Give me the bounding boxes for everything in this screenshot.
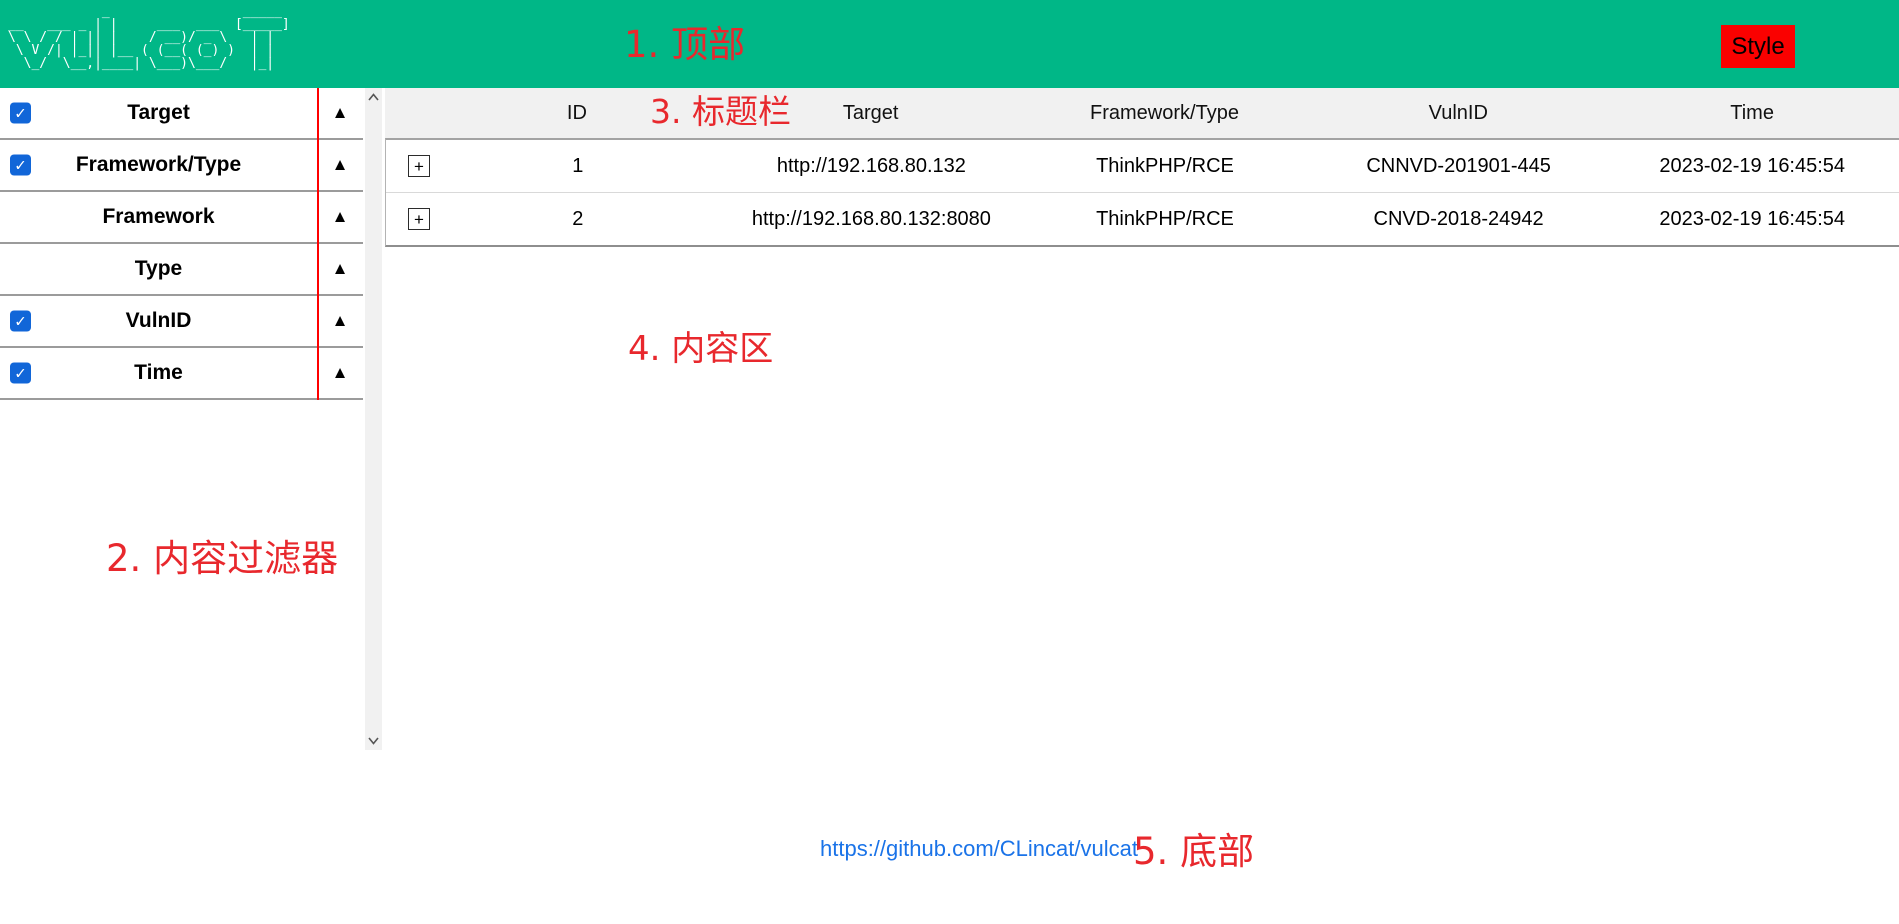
filter-row-type: ✓ Type ▲	[0, 244, 363, 296]
github-link[interactable]: https://github.com/CLincat/vulcat	[820, 836, 1138, 862]
style-button[interactable]: Style	[1721, 25, 1795, 68]
app-window: _ _____ __ ___ _ | | ___ ___ [_____] \ \…	[0, 0, 1899, 924]
sort-up-button[interactable]: ▲	[317, 155, 363, 175]
annotation-bottom: 5. 底部	[1133, 830, 1255, 873]
filter-label: VulnID	[125, 309, 192, 332]
scroll-down-icon[interactable]	[368, 737, 379, 745]
results-table: ID Target Framework/Type VulnID Time + 1…	[385, 88, 1899, 247]
cell-time: 2023-02-19 16:45:54	[1659, 154, 1846, 177]
expand-row-button[interactable]: +	[408, 208, 430, 230]
cell-vulnid: CNVD-2018-24942	[1373, 207, 1544, 230]
filter-label: Time	[134, 361, 183, 384]
framework-type-checkbox[interactable]: ✓	[10, 154, 31, 176]
filter-label: Target	[127, 101, 190, 124]
check-icon: ✓	[14, 313, 27, 330]
cell-framework-type: ThinkPHP/RCE	[1096, 154, 1234, 177]
scroll-up-icon[interactable]	[368, 93, 379, 101]
annotation-content-area: 4. 内容区	[628, 329, 774, 369]
check-icon: ✓	[14, 157, 27, 174]
cell-target: http://192.168.80.132	[776, 154, 966, 177]
target-checkbox[interactable]: ✓	[10, 102, 31, 124]
filter-row-framework: ✓ Framework ▲	[0, 192, 363, 244]
vulcat-ascii-logo: _ _____ __ ___ _ | | ___ ___ [_____] \ \…	[8, 4, 290, 71]
table-body: + 1 http://192.168.80.132 ThinkPHP/RCE C…	[385, 138, 1899, 247]
sort-up-button[interactable]: ▲	[317, 363, 363, 383]
filter-row-vulnid: ✓ VulnID ▲	[0, 296, 363, 348]
filter-row-time: ✓ Time ▲	[0, 348, 363, 400]
table-row: + 2 http://192.168.80.132:8080 ThinkPHP/…	[386, 192, 1899, 245]
time-checkbox[interactable]: ✓	[10, 362, 31, 384]
filter-label: Type	[134, 257, 183, 280]
sort-up-icon: ▲	[331, 259, 349, 278]
cell-id: 1	[572, 154, 584, 177]
filter-label: Framework/Type	[75, 153, 242, 176]
vertical-scrollbar[interactable]	[365, 88, 382, 750]
vulnid-checkbox[interactable]: ✓	[10, 310, 31, 332]
filter-red-divider	[317, 88, 319, 400]
annotation-header-bar: 3. 标题栏	[650, 92, 791, 131]
top-bar: _ _____ __ ___ _ | | ___ ___ [_____] \ \…	[0, 0, 1899, 88]
sort-up-button[interactable]: ▲	[317, 103, 363, 123]
filter-row-framework-type: ✓ Framework/Type ▲	[0, 140, 363, 192]
sort-up-button[interactable]: ▲	[317, 207, 363, 227]
sort-up-button[interactable]: ▲	[317, 259, 363, 279]
filter-row-target: ✓ Target ▲	[0, 88, 363, 140]
sort-up-icon: ▲	[331, 311, 349, 330]
cell-time: 2023-02-19 16:45:54	[1659, 207, 1846, 230]
cell-vulnid: CNNVD-201901-445	[1366, 154, 1551, 177]
column-header-vulnid: VulnID	[1428, 101, 1488, 124]
check-icon: ✓	[14, 365, 27, 382]
cell-target: http://192.168.80.132:8080	[751, 207, 991, 230]
sort-up-icon: ▲	[331, 207, 349, 226]
sort-up-button[interactable]: ▲	[317, 311, 363, 331]
table-header-row: ID Target Framework/Type VulnID Time	[385, 88, 1899, 138]
filter-label: Framework	[102, 205, 215, 228]
expand-row-button[interactable]: +	[408, 155, 430, 177]
column-header-framework-type: Framework/Type	[1090, 101, 1239, 124]
filter-panel: ✓ Target ▲ ✓ Framework/Type ▲ ✓ Framewor…	[0, 88, 363, 400]
annotation-filter: 2. 内容过滤器	[106, 537, 339, 580]
table-row: + 1 http://192.168.80.132 ThinkPHP/RCE C…	[386, 140, 1899, 192]
annotation-top: 1. 顶部	[624, 23, 746, 66]
sort-up-icon: ▲	[331, 155, 349, 174]
cell-id: 2	[572, 207, 584, 230]
sort-up-icon: ▲	[331, 363, 349, 382]
cell-framework-type: ThinkPHP/RCE	[1096, 207, 1234, 230]
check-icon: ✓	[14, 105, 27, 122]
column-header-time: Time	[1730, 101, 1774, 124]
sort-up-icon: ▲	[331, 103, 349, 122]
